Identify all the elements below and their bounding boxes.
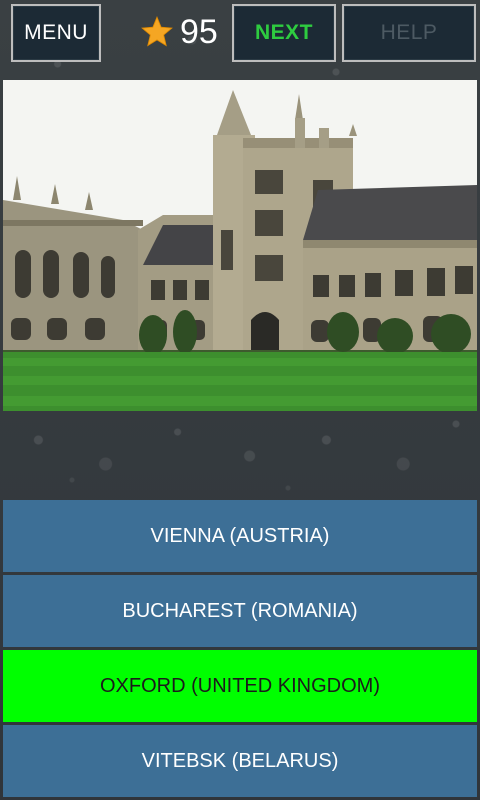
menu-button[interactable]: MENU bbox=[11, 4, 101, 62]
answer-list: VIENNA (AUSTRIA) BUCHAREST (ROMANIA) OXF… bbox=[3, 500, 477, 800]
gothic-college-building-photo bbox=[3, 80, 477, 411]
next-button[interactable]: NEXT bbox=[232, 4, 336, 62]
answer-option-4[interactable]: VITEBSK (BELARUS) bbox=[3, 725, 477, 797]
score-display: 95 bbox=[140, 8, 228, 56]
top-bar: MENU 95 NEXT HELP bbox=[0, 0, 480, 72]
answer-option-2[interactable]: BUCHAREST (ROMANIA) bbox=[3, 575, 477, 647]
answer-option-1[interactable]: VIENNA (AUSTRIA) bbox=[3, 500, 477, 572]
help-button[interactable]: HELP bbox=[342, 4, 476, 62]
score-value: 95 bbox=[180, 12, 218, 51]
answer-option-3-correct[interactable]: OXFORD (UNITED KINGDOM) bbox=[3, 650, 477, 722]
quiz-photo bbox=[3, 80, 477, 411]
star-icon bbox=[141, 16, 173, 47]
